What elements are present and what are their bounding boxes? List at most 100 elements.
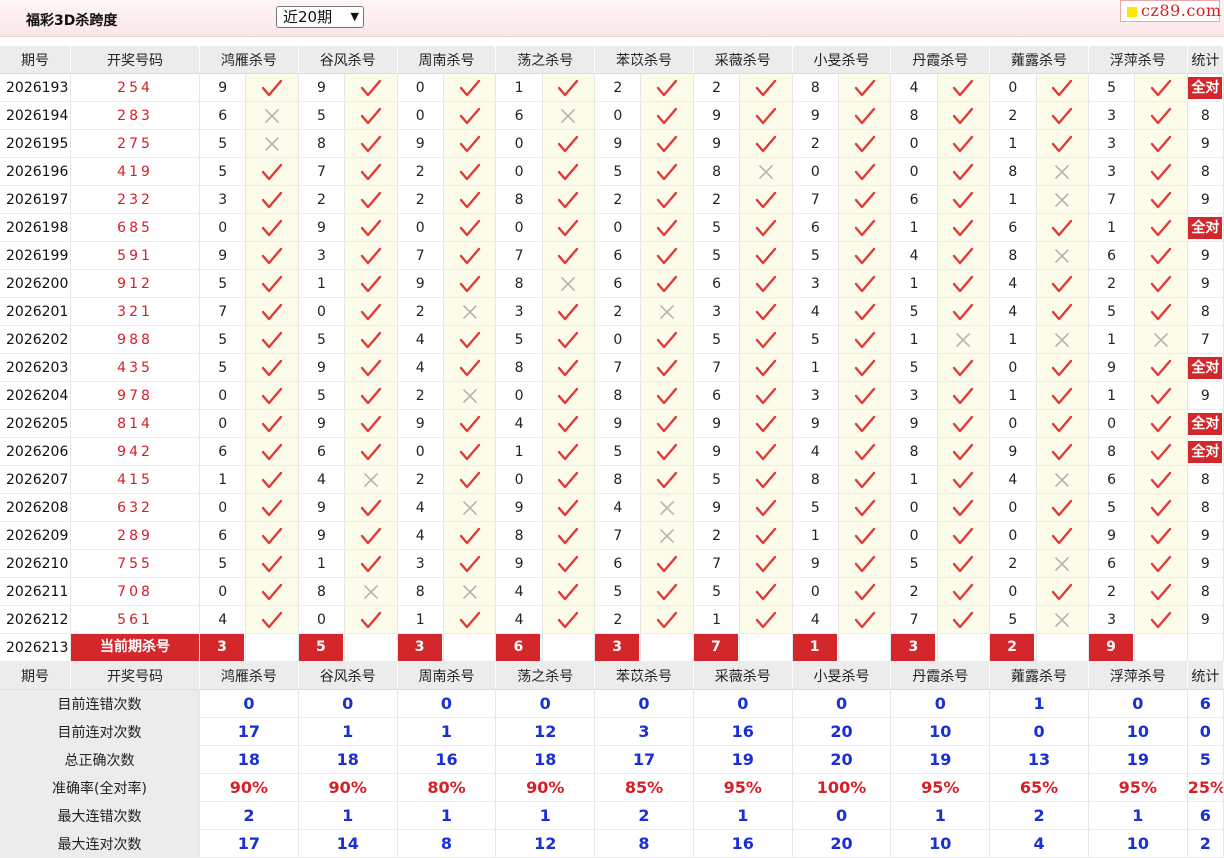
check-icon	[854, 387, 875, 404]
kill-pick: 5	[298, 101, 346, 130]
draw-number: 419	[70, 157, 201, 186]
result-mark	[1036, 605, 1089, 634]
kill-pick: 4	[397, 353, 444, 382]
kill-pick: 7	[693, 549, 741, 578]
result-mark	[640, 605, 694, 634]
summary-value: 90%	[495, 773, 596, 802]
kill-pick: 0	[989, 409, 1037, 438]
result-mark	[739, 465, 793, 494]
check-icon	[261, 163, 283, 180]
result-mark	[245, 101, 299, 130]
check-icon	[1052, 135, 1073, 152]
kill-pick: 5	[792, 493, 840, 522]
current-blank	[542, 633, 596, 662]
result-mark	[344, 157, 398, 186]
kill-pick: 9	[298, 409, 346, 438]
stat-cell: 全对	[1187, 353, 1224, 382]
kill-pick: 2	[693, 521, 741, 550]
stat-value: 9	[1200, 611, 1210, 628]
check-icon	[261, 387, 283, 404]
kill-pick: 2	[1088, 269, 1136, 298]
cross-icon	[1055, 164, 1070, 179]
result-mark	[1134, 577, 1188, 606]
check-icon	[558, 415, 579, 432]
current-pick-cell: 6	[495, 633, 543, 662]
result-mark	[542, 465, 596, 494]
result-mark	[1036, 465, 1089, 494]
result-mark	[937, 605, 991, 634]
result-mark	[640, 241, 694, 270]
summary-label: 最大连错次数	[0, 801, 201, 830]
kill-pick: 6	[298, 437, 346, 466]
kill-pick: 1	[792, 353, 840, 382]
kill-pick: 0	[594, 325, 642, 354]
check-icon	[1150, 247, 1172, 264]
kill-pick: 9	[298, 73, 346, 102]
check-icon	[656, 359, 678, 376]
result-mark	[542, 549, 596, 578]
check-icon	[854, 163, 875, 180]
kill-pick: 9	[693, 129, 741, 158]
result-mark	[344, 101, 398, 130]
period-cell: 2026210	[0, 549, 72, 578]
period-cell: 2026201	[0, 297, 72, 326]
kill-pick: 3	[1088, 129, 1136, 158]
check-icon	[459, 275, 480, 292]
check-icon	[854, 247, 875, 264]
kill-pick: 0	[890, 157, 938, 186]
check-icon	[1150, 555, 1172, 572]
check-icon	[953, 163, 974, 180]
kill-pick: 2	[594, 185, 642, 214]
summary-value: 0	[298, 689, 398, 718]
all-correct-badge: 全对	[1188, 412, 1223, 435]
draw-number: 814	[70, 409, 201, 438]
check-icon	[459, 219, 480, 236]
result-mark	[640, 521, 694, 550]
stat-value: 8	[1200, 107, 1210, 124]
check-icon	[656, 331, 678, 348]
current-kill-pick: 7	[693, 634, 738, 661]
draw-number: 435	[70, 353, 201, 382]
check-icon	[755, 499, 777, 516]
table-row: 2026211 708 0 8 8 4 5 5 0 2 0 2 8	[0, 577, 1224, 606]
check-icon	[261, 191, 283, 208]
site-logo[interactable]: cz89.com	[1120, 0, 1221, 22]
check-icon	[755, 443, 777, 460]
kill-pick: 2	[989, 101, 1037, 130]
cross-icon	[1055, 472, 1070, 487]
result-mark	[443, 297, 497, 326]
kill-pick: 1	[792, 521, 840, 550]
result-mark	[245, 269, 299, 298]
result-mark	[640, 465, 694, 494]
period-cell: 2026202	[0, 325, 72, 354]
summary-value: 1	[397, 801, 497, 830]
period-cell: 2026207	[0, 465, 72, 494]
check-icon	[656, 247, 678, 264]
check-icon	[459, 415, 480, 432]
kill-pick: 3	[1088, 101, 1136, 130]
summary-value: 8	[594, 829, 694, 858]
check-icon	[953, 583, 974, 600]
kill-pick: 9	[397, 269, 444, 298]
summary-stat: 2	[1187, 829, 1224, 858]
check-icon	[459, 331, 480, 348]
kill-pick: 0	[397, 101, 444, 130]
stat-value: 9	[1200, 135, 1210, 152]
result-mark	[838, 185, 892, 214]
result-mark	[1036, 129, 1089, 158]
cross-icon	[660, 500, 674, 515]
result-mark	[739, 493, 793, 522]
period-range-select[interactable]: 近20期 ▼	[276, 6, 364, 28]
check-icon	[755, 527, 777, 544]
summary-value: 13	[989, 745, 1089, 774]
result-mark	[344, 213, 398, 242]
check-icon	[558, 583, 579, 600]
result-mark	[739, 521, 793, 550]
cross-icon	[1055, 248, 1070, 263]
kill-pick: 0	[298, 297, 346, 326]
kill-pick: 1	[1088, 325, 1136, 354]
draw-number: 978	[70, 381, 201, 410]
kill-pick: 0	[890, 129, 938, 158]
check-icon	[261, 247, 283, 264]
result-mark	[640, 213, 694, 242]
